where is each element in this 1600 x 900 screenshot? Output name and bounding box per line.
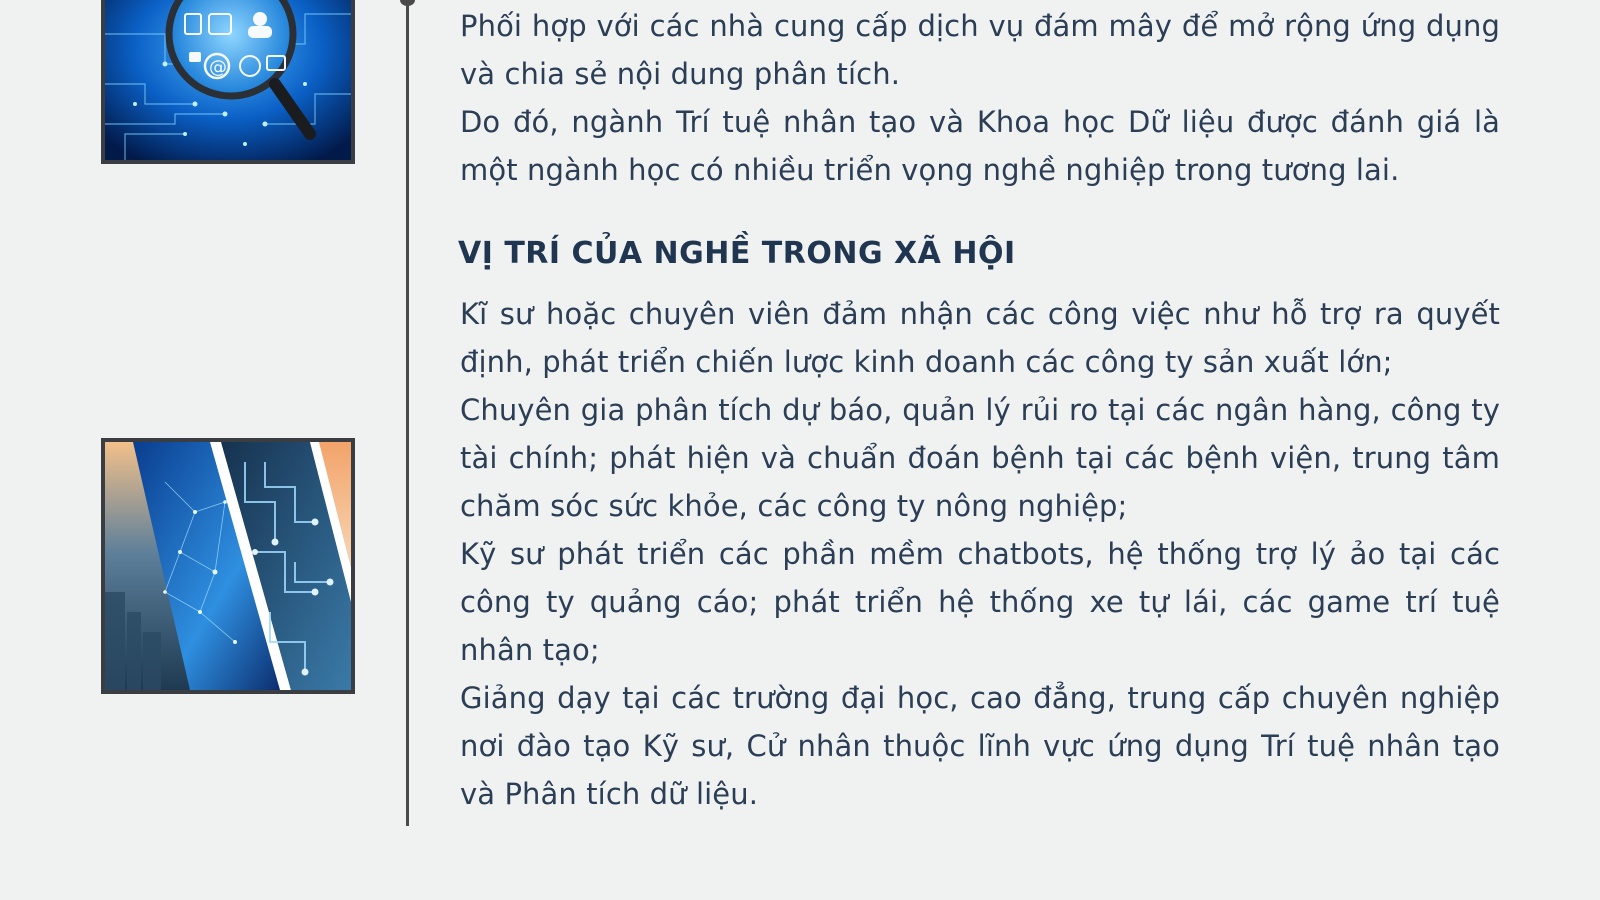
timeline-dot xyxy=(400,0,415,6)
intro-paragraph: Do đó, ngành Trí tuệ nhân tạo và Khoa họ… xyxy=(460,105,1500,187)
section-paragraph: Kỹ sư phát triển các phần mềm chatbots, … xyxy=(460,537,1500,667)
section-paragraph: Giảng dạy tại các trường đại học, cao đẳ… xyxy=(460,681,1500,811)
section-heading: VỊ TRÍ CỦA NGHỀ TRONG XÃ HỘI xyxy=(458,236,1016,271)
intro-paragraph: Phối hợp với các nhà cung cấp dịch vụ đá… xyxy=(460,9,1500,91)
timeline-line xyxy=(406,0,409,826)
data-circuit-collage-image xyxy=(101,438,355,694)
section-paragraph: Chuyên gia phân tích dự báo, quản lý rủi… xyxy=(460,393,1500,523)
intro-section: Phối hợp với các nhà cung cấp dịch vụ đá… xyxy=(460,2,1500,194)
magnifier-network-image: @ xyxy=(101,0,355,164)
section-paragraph: Kĩ sư hoặc chuyên viên đảm nhận các công… xyxy=(460,297,1500,379)
svg-text:@: @ xyxy=(209,57,227,78)
page: @ Phối hợp với các nhà cung cấp dịch vụ … xyxy=(0,0,1600,900)
section-body: Kĩ sư hoặc chuyên viên đảm nhận các công… xyxy=(460,290,1500,818)
